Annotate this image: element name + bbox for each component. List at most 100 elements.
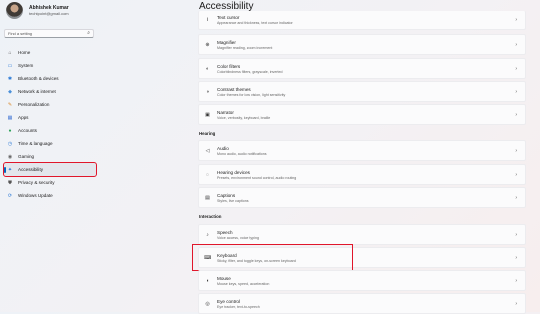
speaker-icon: ◁: [205, 147, 210, 154]
setting-card-description: Eye tracker, text-to-speech: [217, 305, 260, 309]
setting-card-description: Mono audio, audio notifications: [217, 152, 267, 156]
sidebar-item-label: Network & internet: [18, 89, 56, 94]
setting-card-description: Colorblindness filters, grayscale, inver…: [217, 70, 283, 74]
sidebar-item-label: Windows Update: [18, 193, 53, 198]
network-icon: ◆: [8, 88, 12, 95]
sidebar-item-accessibility[interactable]: ✦ Accessibility: [3, 162, 97, 177]
mouse-icon: ◖: [205, 277, 210, 284]
setting-card-audio[interactable]: ◁ Audio Mono audio, audio notifications ›: [198, 140, 526, 161]
setting-card-contrast-themes[interactable]: ◑ Contrast themes Color themes for low vis…: [198, 81, 526, 102]
setting-card-magnifier[interactable]: ⊕ Magnifier Magnifier reading, zoom increm…: [198, 34, 526, 55]
shield-icon: ⛊: [8, 179, 12, 186]
search-icon[interactable]: ⌕: [87, 29, 90, 38]
chevron-right-icon: ›: [515, 42, 517, 48]
chevron-right-icon: ›: [515, 301, 517, 307]
sidebar-item-personalization[interactable]: ✎ Personalization: [4, 98, 96, 111]
account-icon: ●: [8, 127, 12, 134]
chevron-right-icon: ›: [515, 232, 517, 238]
setting-card-title: Contrast themes: [217, 86, 251, 92]
eye-icon: ◎: [205, 300, 210, 307]
setting-card-title: Eye control: [217, 298, 240, 304]
apps-icon: ▦: [7, 114, 13, 121]
chevron-right-icon: ›: [515, 17, 517, 23]
sidebar-item-label: Bluetooth & devices: [18, 76, 59, 81]
setting-card-description: Presets, environment sound control, audi…: [217, 176, 297, 180]
user-profile[interactable]: Abhishek Kumar techtpoint@gmail.com: [6, 2, 69, 19]
chevron-right-icon: ›: [515, 89, 517, 95]
chevron-right-icon: ›: [515, 255, 517, 261]
update-icon: ⟳: [7, 192, 13, 199]
setting-card-narrator[interactable]: ▣ Narrator Voice, verbosity, keyboard, bra…: [198, 104, 526, 125]
keyboard-icon: ⌨: [204, 254, 212, 261]
setting-card-description: Sticky, filter, and toggle keys, on-scre…: [217, 259, 296, 263]
sidebar-item-system[interactable]: ▭ System: [4, 59, 96, 72]
sidebar-item-label: Accessibility: [18, 167, 44, 172]
sidebar-item-label: Gaming: [18, 154, 35, 159]
setting-card-description: Appearance and thickness, text cursor in…: [217, 21, 293, 25]
captions-icon: ▤: [205, 194, 210, 201]
setting-card-hearing-devices[interactable]: ◌ Hearing devices Presets, environment sou…: [198, 164, 526, 185]
magnifier-icon: ⊕: [205, 41, 210, 48]
setting-card-keyboard[interactable]: ⌨ Keyboard Sticky, filter, and toggle keys…: [198, 247, 526, 268]
chevron-right-icon: ›: [515, 148, 517, 154]
setting-card-title: Text cursor: [217, 14, 240, 20]
setting-card-eye-control[interactable]: ◎ Eye control Eye tracker, text-to-speech ›: [198, 293, 526, 314]
search-input[interactable]: [8, 31, 78, 36]
setting-card-title: Audio: [217, 145, 229, 151]
contrast-icon: ◑: [205, 88, 210, 95]
sidebar-item-network-internet[interactable]: ◆ Network & internet: [4, 85, 96, 98]
sidebar-item-label: Personalization: [18, 102, 50, 107]
setting-card-title: Magnifier: [217, 39, 236, 45]
text-cursor-icon: Ⅰ: [206, 16, 209, 23]
avatar[interactable]: [6, 2, 23, 19]
bluetooth-icon: ✱: [7, 75, 13, 82]
sidebar-item-accounts[interactable]: ● Accounts: [4, 124, 96, 137]
chevron-right-icon: ›: [515, 66, 517, 72]
sidebar-item-time-language[interactable]: ◷ Time & language: [4, 137, 96, 150]
sidebar-item-privacy-security[interactable]: ⛊ Privacy & security: [4, 176, 96, 189]
sidebar-item-label: System: [18, 63, 34, 68]
setting-card-title: Speech: [217, 229, 233, 235]
home-icon: ⌂: [8, 49, 12, 56]
setting-card-title: Keyboard: [217, 252, 237, 258]
sidebar-nav: ⌂ Home ▭ System ✱ Bluetooth & devices ◆ Network…: [3, 46, 97, 202]
setting-card-description: Voice, verbosity, keyboard, braille: [217, 116, 271, 120]
sidebar-item-label: Home: [18, 50, 31, 55]
setting-card-description: Styles, live captions: [217, 199, 249, 203]
search-box[interactable]: ⌕: [4, 29, 94, 38]
setting-card-title: Mouse: [217, 275, 231, 281]
system-icon: ▭: [7, 62, 13, 69]
sidebar-item-label: Accounts: [18, 128, 37, 133]
section-label: Interaction: [199, 214, 222, 219]
profile-email: techtpoint@gmail.com: [29, 10, 69, 16]
setting-card-description: Mouse keys, speed, acceleration: [217, 282, 270, 286]
sidebar-item-bluetooth-devices[interactable]: ✱ Bluetooth & devices: [4, 72, 96, 85]
setting-card-color-filters[interactable]: ◐ Color filters Colorblindness filters, gr…: [198, 58, 526, 79]
setting-card-mouse[interactable]: ◖ Mouse Mouse keys, speed, acceleration ›: [198, 270, 526, 291]
profile-name: Abhishek Kumar: [29, 4, 69, 11]
setting-card-text-cursor[interactable]: Ⅰ Text cursor Appearance and thickness, te…: [198, 11, 526, 30]
sidebar-item-label: Privacy & security: [18, 180, 55, 185]
setting-card-title: Hearing devices: [217, 169, 250, 175]
brush-icon: ✎: [7, 101, 13, 108]
sidebar-item-apps[interactable]: ▦ Apps: [4, 111, 96, 124]
color-filter-icon: ◐: [205, 65, 210, 72]
chevron-right-icon: ›: [515, 172, 517, 178]
setting-card-captions[interactable]: ▤ Captions Styles, live captions ›: [198, 187, 526, 208]
chevron-right-icon: ›: [515, 195, 517, 201]
setting-card-description: Magnifier reading, zoom increment: [217, 46, 273, 50]
narrator-icon: ▣: [205, 111, 210, 118]
accessibility-icon: ✦: [7, 166, 13, 173]
sidebar-item-gaming[interactable]: ◉ Gaming: [4, 150, 96, 163]
clock-icon: ◷: [7, 140, 13, 147]
setting-card-description: Color themes for low vision, light sensi…: [217, 93, 286, 97]
setting-card-speech[interactable]: ♪ Speech Voice access, voice typing ›: [198, 224, 526, 245]
chevron-right-icon: ›: [515, 278, 517, 284]
setting-card-title: Color filters: [217, 63, 241, 69]
sidebar: Abhishek Kumar techtpoint@gmail.com ⌕ ⌂ H…: [0, 0, 190, 312]
hearing-device-icon: ◌: [206, 171, 209, 178]
section-label: Hearing: [199, 131, 216, 136]
gamepad-icon: ◉: [7, 153, 13, 160]
sidebar-item-home[interactable]: ⌂ Home: [4, 46, 96, 59]
sidebar-item-windows-update[interactable]: ⟳ Windows Update: [4, 189, 96, 202]
